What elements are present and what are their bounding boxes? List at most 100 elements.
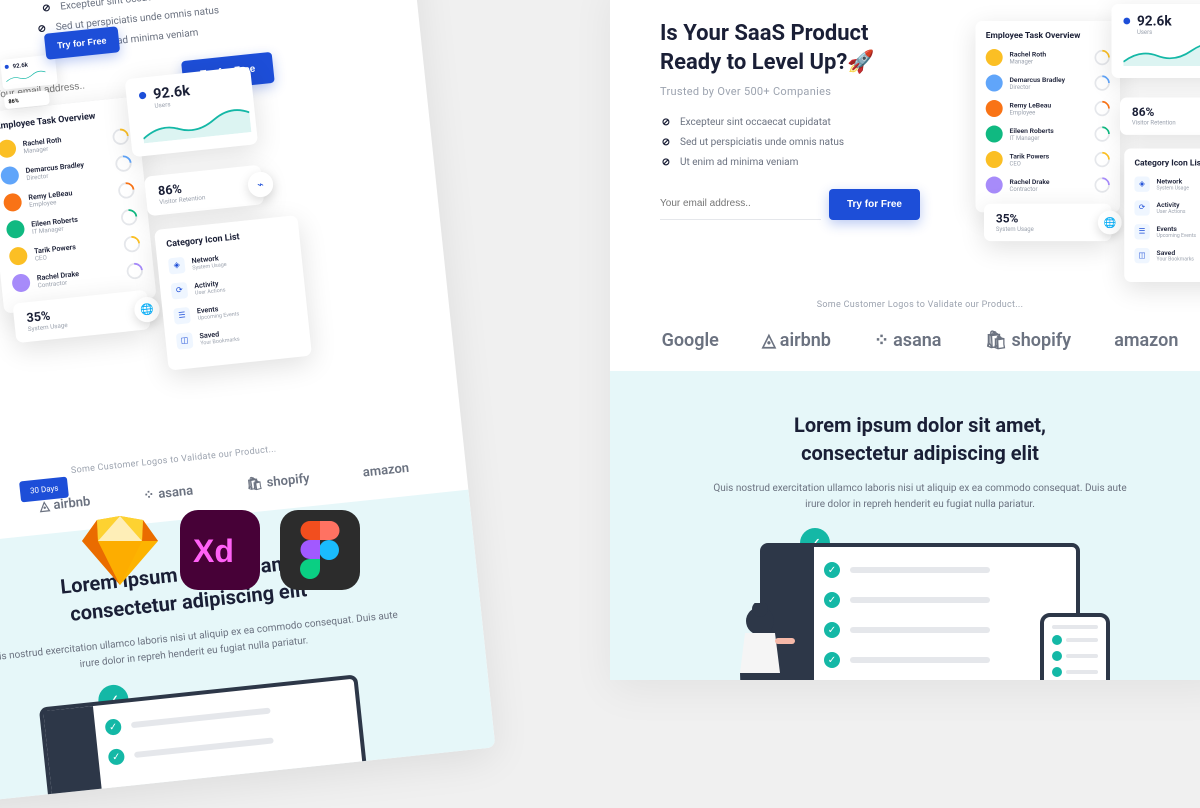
cards-cluster: Employee Task Overview Rachel RothManage… xyxy=(976,13,1200,268)
avatar xyxy=(986,49,1003,66)
avatar xyxy=(0,166,20,186)
retention-stat-card: 86% Visitor Retention ⌁ xyxy=(1120,98,1200,135)
phone-illustration xyxy=(1040,613,1110,680)
progress-ring-icon xyxy=(1091,72,1113,94)
check-text: Sed ut perspiciatis unde omnis natus xyxy=(680,137,844,148)
category-item: ◫SavedYour Bookmarks xyxy=(1134,248,1200,263)
check-text: Excepteur sint occaecat cupidatat xyxy=(680,117,831,128)
stat-label: Users xyxy=(1137,29,1200,36)
category-item: ⟳ActivityUser Actions xyxy=(171,271,294,300)
cat-name: Saved xyxy=(1157,249,1194,257)
check-icon: ✓ xyxy=(824,592,840,608)
edge-cards-partial: 92.6k 86% xyxy=(0,54,58,95)
hero-section: Is Your SaaS Product Ready to Level Up?🚀… xyxy=(610,0,1200,240)
emp-role: Manager xyxy=(1010,58,1088,65)
progress-ring-icon xyxy=(112,152,135,175)
asana-logo: ⁘ asana xyxy=(874,330,941,351)
check-text: Ut enim ad minima veniam xyxy=(680,157,798,168)
progress-ring-icon xyxy=(1091,149,1113,171)
stat-label: System Usage xyxy=(996,226,1100,233)
cta-button[interactable]: Try for Free xyxy=(829,189,920,220)
check-icon: ✓ xyxy=(104,719,122,737)
activity-icon: ⟳ xyxy=(171,282,189,300)
retention-stat-card: 86% Visitor Retention ⌁ xyxy=(144,165,264,217)
avatar xyxy=(986,126,1003,143)
logos-row: Google ◬ airbnb ⁘ asana 🛍 shopify amazon xyxy=(650,330,1190,351)
card-title: Category Icon List xyxy=(166,227,289,250)
laptop-illustration: ✓ ✓ xyxy=(39,675,376,808)
email-signup-row: Try for Free xyxy=(660,188,920,220)
cat-name: Events xyxy=(1157,225,1197,233)
avatar xyxy=(11,273,31,293)
sparkline-chart xyxy=(141,105,251,143)
check-icon: ✓ xyxy=(824,622,840,638)
events-icon: ☰ xyxy=(173,307,191,325)
emp-name: Rachel Drake xyxy=(1010,178,1088,186)
google-logo: Google xyxy=(662,330,719,351)
activity-icon: ⟳ xyxy=(1134,200,1149,215)
check-icon: ✓ xyxy=(824,562,840,578)
line-placeholder xyxy=(131,708,271,729)
progress-ring-icon xyxy=(1091,174,1113,196)
emp-name: Demarcus Bradley xyxy=(1010,76,1088,84)
avatar xyxy=(986,151,1003,168)
check-icon: ⊘ xyxy=(660,136,672,148)
logos-section: Some Customer Logos to Validate our Prod… xyxy=(610,280,1200,371)
employee-row: Rachel DrakeContractor xyxy=(11,261,144,293)
hero-section-left: x Trusted by Over 500+ Companies ⊘Except… xyxy=(0,0,426,148)
shopify-logo: 🛍 shopify xyxy=(985,330,1071,351)
laptop-illustration: ✓ ✓ ✓ ✓ xyxy=(760,543,1080,680)
category-list-card: Category Icon List ◈NetworkSystem Usage … xyxy=(154,215,312,371)
employee-overview-card: Employee Task Overview Rachel RothManage… xyxy=(976,21,1121,212)
avatar xyxy=(986,100,1003,117)
globe-icon: 🌐 xyxy=(133,296,161,324)
employee-row: Eileen RobertsIT Manager xyxy=(6,208,139,240)
stat-value: 92.6k xyxy=(12,61,28,70)
category-item: ☰ EventsUpcoming Events xyxy=(1134,224,1200,239)
laptop-checklist: ✓ ✓ xyxy=(104,703,274,766)
person-illustration xyxy=(720,603,800,680)
employee-row: Demarcus BradleyDirector xyxy=(986,75,1110,92)
employee-row: Tarik PowersCEO xyxy=(986,151,1110,168)
emp-role: IT Manager xyxy=(1010,134,1088,141)
employee-row: Rachel DrakeContractor xyxy=(986,177,1110,194)
stat-dot-icon xyxy=(139,91,147,99)
logos-intro: Some Customer Logos to Validate our Prod… xyxy=(650,300,1190,310)
emp-role: Director xyxy=(1010,83,1088,90)
email-input[interactable] xyxy=(660,188,821,220)
users-stat-card: 92.6k Users xyxy=(125,66,258,157)
cat-sub: System Usage xyxy=(1157,185,1189,191)
cat-sub: User Actions xyxy=(1157,209,1186,215)
avatar xyxy=(0,139,17,159)
network-icon: ◈ xyxy=(1134,177,1149,192)
card-title: Employee Task Overview xyxy=(986,31,1110,40)
stat-value: 86% xyxy=(8,95,45,105)
illustration: ✓ ✓ ✓ ✓ ✓ xyxy=(660,543,1180,680)
mockup-tablet-left: x Trusted by Over 500+ Companies ⊘Except… xyxy=(0,0,495,808)
avatar xyxy=(6,219,26,239)
stat-value: 92.6k xyxy=(1137,13,1172,29)
cat-sub: Upcoming Events xyxy=(1157,233,1197,239)
airbnb-logo: ◬ airbnb xyxy=(762,330,831,351)
section-2-title: Lorem ipsum dolor sit amet, consectetur … xyxy=(660,411,1180,467)
amazon-logo: amazon xyxy=(1114,330,1178,351)
line-placeholder xyxy=(850,597,990,603)
sketch-icon xyxy=(80,510,160,590)
category-item: ◈NetworkSystem Usage xyxy=(1134,177,1200,192)
section-2-body: Quis nostrud exercitation ullamco labori… xyxy=(710,481,1130,513)
avatar xyxy=(3,193,23,213)
saved-icon: ◫ xyxy=(1134,248,1149,263)
emp-role: Employee xyxy=(1010,109,1088,116)
category-item: ◫SavedYour Bookmarks xyxy=(176,321,299,350)
asana-logo: ⁘ asana xyxy=(143,484,194,504)
progress-ring-icon xyxy=(1091,123,1113,145)
sparkline-chart xyxy=(5,69,46,83)
card-title: Category Icon List xyxy=(1134,159,1200,168)
progress-ring-icon xyxy=(1091,47,1113,69)
events-icon: ☰ xyxy=(1134,224,1149,239)
employee-row: Eileen RobertsIT Manager xyxy=(986,126,1110,143)
check-icon: ⊘ xyxy=(40,2,53,15)
employee-row: Remy LeBeauEmployee xyxy=(3,181,136,213)
stat-value: 35% xyxy=(996,212,1018,226)
check-icon: ✓ xyxy=(824,652,840,668)
